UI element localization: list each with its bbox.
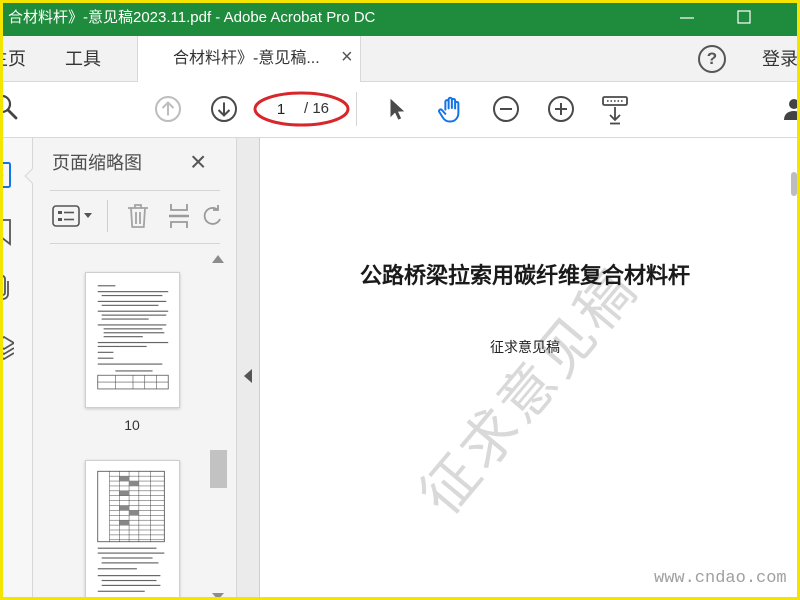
thumbnail-text-line	[103, 328, 163, 330]
thumbnail-text-line	[103, 336, 143, 338]
delete-page-icon[interactable]	[126, 202, 150, 230]
zoom-out-icon[interactable]	[492, 95, 520, 123]
thumbnail-table-cell	[129, 510, 139, 516]
insert-page-icon[interactable]	[167, 202, 191, 230]
tab-home[interactable]: 主页	[0, 47, 45, 73]
account-icon[interactable]	[780, 96, 800, 122]
rotate-page-icon[interactable]	[202, 202, 222, 230]
document-subtitle: 征求意见稿	[490, 341, 560, 356]
thumbnail-page-content	[97, 285, 169, 390]
thumbnail-text-line	[97, 345, 147, 348]
search-icon[interactable]	[0, 92, 20, 122]
thumbnail-text-line	[97, 300, 167, 303]
page-display-icon[interactable]	[600, 94, 630, 126]
tab-tools[interactable]: 工具	[65, 47, 101, 71]
thumbnail-text-line	[101, 562, 159, 564]
site-watermark: www.cndao.com	[654, 569, 787, 588]
minimize-icon[interactable]	[679, 11, 695, 25]
help-icon: ?	[706, 49, 718, 68]
thumbnail-text-line	[97, 285, 116, 287]
panel-toolbar-divider	[107, 200, 108, 232]
thumbnail-text-line	[101, 318, 149, 320]
layers-icon[interactable]	[0, 333, 14, 363]
thumbnail-text-line	[115, 370, 153, 372]
tab-close-button[interactable]: ×	[341, 46, 353, 68]
thumbnail-text-line	[97, 310, 169, 312]
panel-divider	[50, 190, 220, 191]
select-pointer-icon[interactable]	[384, 96, 410, 122]
thumbnail-text-line	[101, 579, 157, 582]
thumbnail-text-line	[97, 552, 165, 554]
maximize-icon[interactable]	[737, 10, 751, 24]
thumbnail-text-line	[97, 357, 114, 359]
thumbnail-page-content	[97, 470, 165, 592]
panel-close-button[interactable]: ×	[190, 146, 206, 178]
zoom-in-icon[interactable]	[547, 95, 575, 123]
thumbnail-options-icon[interactable]	[52, 205, 80, 227]
thumbnail-text-line	[97, 351, 114, 353]
thumbnail-text-line	[97, 568, 137, 570]
page-thumbnail[interactable]	[85, 272, 180, 408]
tab-document-label: 合材料杆》-意见稿...	[173, 50, 320, 67]
panel-toolbar	[50, 198, 222, 234]
toolbar-divider	[356, 92, 357, 126]
thumbnail-text-line	[97, 324, 167, 326]
thumbnail-text-line	[97, 547, 157, 549]
left-navigation-pane	[0, 138, 33, 600]
thumbnail-page-number: 10	[124, 417, 140, 433]
chevron-down-icon[interactable]	[84, 213, 92, 218]
page-thumbnail[interactable]	[85, 460, 180, 600]
thumbnail-text-line	[97, 341, 169, 344]
thumbnail-text-line	[97, 291, 169, 293]
panel-scrollbar-thumb[interactable]	[210, 450, 227, 488]
document-scrollbar-thumb[interactable]	[791, 172, 797, 196]
thumbnail-text-line	[101, 314, 167, 316]
previous-page-icon[interactable]	[154, 95, 182, 123]
window-title: 合材料杆》-意见稿2023.11.pdf - Adobe Acrobat Pro…	[8, 9, 376, 26]
thumbnail-text-line	[103, 332, 165, 334]
scroll-down-icon[interactable]	[212, 593, 224, 600]
thumbnail-table-cell	[119, 505, 130, 511]
scroll-up-icon[interactable]	[212, 255, 224, 263]
annotation-ellipse	[253, 91, 350, 127]
thumbnail-text-line	[97, 590, 145, 592]
thumbnail-table-cell	[119, 520, 130, 526]
thumbnail-table-cell	[119, 476, 130, 482]
help-button[interactable]: ?	[698, 45, 726, 73]
hand-tool-icon[interactable]	[436, 93, 466, 125]
thumbnail-text-line	[101, 294, 163, 297]
tab-bar	[0, 36, 800, 82]
signin-button[interactable]: 登录	[762, 47, 798, 71]
next-page-icon[interactable]	[210, 95, 238, 123]
attachments-icon[interactable]	[0, 273, 14, 303]
page-thumbnails-icon[interactable]	[0, 160, 14, 190]
thumbnail-text-line	[97, 575, 161, 577]
thumbnail-table-cell	[129, 481, 139, 486]
panel-title: 页面缩略图	[52, 153, 142, 173]
thumbnail-text-line	[101, 304, 159, 306]
thumbnail-table-cell	[119, 490, 130, 496]
thumbnail-text-line	[97, 363, 163, 365]
bookmarks-icon[interactable]	[0, 218, 12, 246]
thumbnail-text-line	[101, 557, 153, 559]
thumbnail-text-line	[101, 584, 161, 586]
tab-home-label: 主页	[0, 49, 26, 69]
tab-document[interactable]: 合材料杆》-意见稿... ×	[137, 36, 361, 83]
document-title: 公路桥梁拉索用碳纤维复合材料杆	[359, 263, 690, 288]
collapse-left-icon[interactable]	[244, 369, 253, 383]
panel-divider	[50, 243, 220, 244]
